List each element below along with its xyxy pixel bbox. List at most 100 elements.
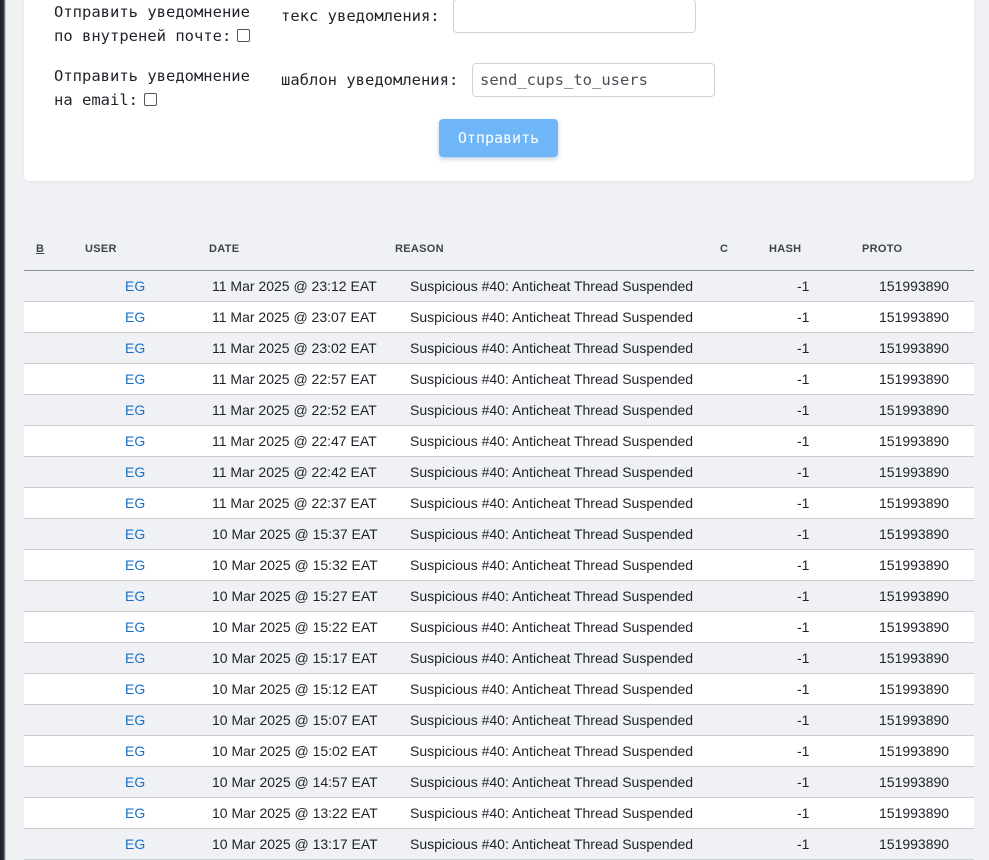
hash-cell: -1: [797, 371, 810, 387]
table-row: EG 11 Mar 2025 @ 22:47 EAT Suspicious #40:…: [24, 426, 974, 457]
date-cell: 11 Mar 2025 @ 23:02 EAT: [212, 340, 377, 356]
date-cell: 10 Mar 2025 @ 15:22 EAT: [212, 619, 378, 635]
proto-cell: 151993890: [879, 836, 950, 852]
table-row: EG 10 Mar 2025 @ 15:12 EAT Suspicious #40:…: [24, 674, 974, 705]
date-cell: 10 Mar 2025 @ 15:07 EAT: [212, 712, 378, 728]
column-header-date[interactable]: DATE: [209, 243, 239, 255]
table-row: EG 11 Mar 2025 @ 22:42 EAT Suspicious #40:…: [24, 457, 974, 488]
table-row: EG 10 Mar 2025 @ 15:17 EAT Suspicious #40:…: [24, 643, 974, 674]
user-link[interactable]: EG: [125, 278, 145, 294]
user-link[interactable]: EG: [125, 402, 145, 418]
hash-cell: -1: [797, 650, 810, 666]
reason-cell: Suspicious #40: Anticheat Thread Suspend…: [410, 650, 694, 666]
column-header-proto[interactable]: PROTO: [862, 243, 902, 255]
date-cell: 11 Mar 2025 @ 22:52 EAT: [212, 402, 377, 418]
hash-cell: -1: [797, 433, 810, 449]
text-field-label: текс уведомления:: [281, 7, 440, 25]
proto-cell: 151993890: [879, 495, 950, 511]
user-link[interactable]: EG: [125, 712, 145, 728]
table-row: EG 10 Mar 2025 @ 15:07 EAT Suspicious #40:…: [24, 705, 974, 736]
reason-cell: Suspicious #40: Anticheat Thread Suspend…: [410, 774, 694, 790]
reason-cell: Suspicious #40: Anticheat Thread Suspend…: [410, 464, 694, 480]
table-row: EG 10 Mar 2025 @ 15:02 EAT Suspicious #40:…: [24, 736, 974, 767]
email-checkbox[interactable]: [144, 93, 157, 106]
reason-cell: Suspicious #40: Anticheat Thread Suspend…: [410, 402, 694, 418]
user-link[interactable]: EG: [125, 309, 145, 325]
reason-cell: Suspicious #40: Anticheat Thread Suspend…: [410, 557, 694, 573]
user-link[interactable]: EG: [125, 588, 145, 604]
proto-cell: 151993890: [879, 588, 950, 604]
table-row: EG 11 Mar 2025 @ 22:57 EAT Suspicious #40:…: [24, 364, 974, 395]
date-cell: 10 Mar 2025 @ 15:27 EAT: [212, 588, 378, 604]
column-header-c[interactable]: C: [720, 243, 728, 255]
events-table: B USER DATE REASON C HASH PROTO EG 11 Mar…: [24, 234, 974, 860]
proto-cell: 151993890: [879, 402, 950, 418]
hash-cell: -1: [797, 557, 810, 573]
proto-cell: 151993890: [879, 743, 950, 759]
user-link[interactable]: EG: [125, 681, 145, 697]
hash-cell: -1: [797, 619, 810, 635]
proto-cell: 151993890: [879, 433, 950, 449]
proto-cell: 151993890: [879, 805, 950, 821]
proto-cell: 151993890: [879, 464, 950, 480]
reason-cell: Suspicious #40: Anticheat Thread Suspend…: [410, 712, 694, 728]
date-cell: 11 Mar 2025 @ 22:47 EAT: [212, 433, 377, 449]
proto-cell: 151993890: [879, 557, 950, 573]
user-link[interactable]: EG: [125, 433, 145, 449]
reason-cell: Suspicious #40: Anticheat Thread Suspend…: [410, 836, 694, 852]
user-link[interactable]: EG: [125, 340, 145, 356]
date-cell: 10 Mar 2025 @ 14:57 EAT: [212, 774, 378, 790]
table-row: EG 11 Mar 2025 @ 22:37 EAT Suspicious #40:…: [24, 488, 974, 519]
internal-mail-label-line2: по внутреней почте:: [54, 27, 232, 45]
notification-template-input[interactable]: [472, 63, 715, 97]
date-cell: 10 Mar 2025 @ 15:17 EAT: [212, 650, 378, 666]
user-link[interactable]: EG: [125, 371, 145, 387]
date-cell: 10 Mar 2025 @ 13:17 EAT: [212, 836, 378, 852]
proto-cell: 151993890: [879, 278, 950, 294]
user-link[interactable]: EG: [125, 619, 145, 635]
table-row: EG 10 Mar 2025 @ 14:57 EAT Suspicious #40:…: [24, 767, 974, 798]
table-row: EG 10 Mar 2025 @ 15:22 EAT Suspicious #40:…: [24, 612, 974, 643]
proto-cell: 151993890: [879, 774, 950, 790]
date-cell: 10 Mar 2025 @ 15:12 EAT: [212, 681, 378, 697]
window-edge: [0, 0, 6, 860]
user-link[interactable]: EG: [125, 650, 145, 666]
column-header-reason[interactable]: REASON: [395, 243, 444, 255]
column-header-user[interactable]: USER: [85, 243, 117, 255]
column-header-hash[interactable]: HASH: [769, 243, 801, 255]
date-cell: 10 Mar 2025 @ 15:02 EAT: [212, 743, 378, 759]
reason-cell: Suspicious #40: Anticheat Thread Suspend…: [410, 526, 694, 542]
user-link[interactable]: EG: [125, 836, 145, 852]
table-row: EG 10 Mar 2025 @ 13:22 EAT Suspicious #40:…: [24, 798, 974, 829]
user-link[interactable]: EG: [125, 805, 145, 821]
hash-cell: -1: [797, 588, 810, 604]
hash-cell: -1: [797, 836, 810, 852]
date-cell: 11 Mar 2025 @ 22:57 EAT: [212, 371, 377, 387]
hash-cell: -1: [797, 340, 810, 356]
table-body: EG 11 Mar 2025 @ 23:12 EAT Suspicious #40:…: [24, 271, 974, 860]
user-link[interactable]: EG: [125, 495, 145, 511]
user-link[interactable]: EG: [125, 774, 145, 790]
column-header-b[interactable]: B: [36, 243, 44, 255]
internal-mail-option: Отправить уведомнение по внутреней почте…: [54, 0, 251, 48]
internal-mail-checkbox[interactable]: [237, 29, 251, 42]
proto-cell: 151993890: [879, 526, 950, 542]
user-link[interactable]: EG: [125, 526, 145, 542]
reason-cell: Suspicious #40: Anticheat Thread Suspend…: [410, 309, 694, 325]
user-link[interactable]: EG: [125, 557, 145, 573]
table-row: EG 10 Mar 2025 @ 15:27 EAT Suspicious #40:…: [24, 581, 974, 612]
user-link[interactable]: EG: [125, 743, 145, 759]
notification-text-input[interactable]: [453, 0, 696, 33]
proto-cell: 151993890: [879, 309, 950, 325]
date-cell: 10 Mar 2025 @ 15:37 EAT: [212, 526, 378, 542]
reason-cell: Suspicious #40: Anticheat Thread Suspend…: [410, 743, 694, 759]
table-row: EG 11 Mar 2025 @ 23:07 EAT Suspicious #40:…: [24, 302, 974, 333]
reason-cell: Suspicious #40: Anticheat Thread Suspend…: [410, 619, 694, 635]
date-cell: 10 Mar 2025 @ 15:32 EAT: [212, 557, 378, 573]
proto-cell: 151993890: [879, 712, 950, 728]
date-cell: 11 Mar 2025 @ 22:37 EAT: [212, 495, 377, 511]
user-link[interactable]: EG: [125, 464, 145, 480]
table-row: EG 11 Mar 2025 @ 23:02 EAT Suspicious #40:…: [24, 333, 974, 364]
table-row: EG 10 Mar 2025 @ 15:32 EAT Suspicious #40:…: [24, 550, 974, 581]
send-button[interactable]: Отправить: [439, 119, 558, 157]
